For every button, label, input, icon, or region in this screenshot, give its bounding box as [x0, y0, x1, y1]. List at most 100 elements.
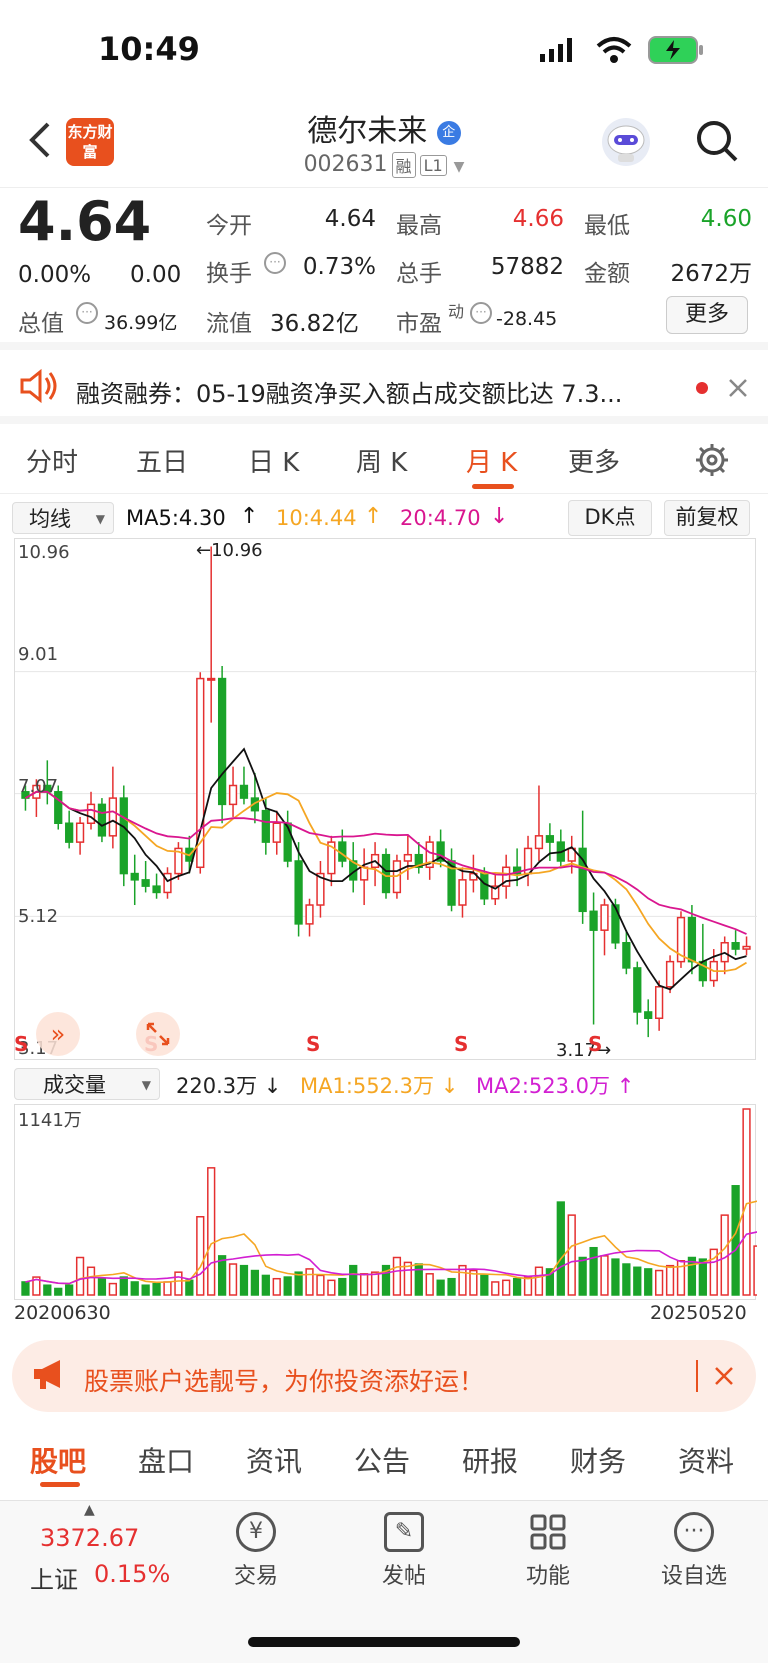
change-value: 0.00: [130, 262, 182, 288]
wifi-icon: [596, 36, 632, 64]
candle-body: [130, 872, 139, 881]
signal-s-3[interactable]: S: [306, 1032, 320, 1056]
tab-financials[interactable]: 财务: [570, 1440, 626, 1480]
ma5-label: MA5:4.30: [126, 506, 226, 530]
volume-bar: [370, 1271, 380, 1296]
volume-bar: [480, 1274, 489, 1296]
close-icon[interactable]: [712, 1364, 736, 1388]
volume-select[interactable]: 成交量 ▼: [14, 1068, 160, 1100]
volume-bar: [425, 1273, 434, 1296]
fullscreen-icon[interactable]: [136, 1012, 180, 1056]
index-value[interactable]: 3372.67: [40, 1524, 139, 1552]
functions-button[interactable]: 功能: [498, 1512, 598, 1590]
tab-news[interactable]: 资讯: [246, 1440, 302, 1480]
info-icon[interactable]: ···: [76, 302, 98, 324]
y-tick-1: 9.01: [18, 644, 59, 665]
indicator-select[interactable]: 均线 ▼: [12, 502, 114, 534]
adjust-button[interactable]: 前复权: [664, 500, 750, 536]
volume-bar: [698, 1258, 707, 1296]
candle-body: [654, 986, 664, 1019]
volume-bar: [491, 1281, 500, 1296]
search-icon[interactable]: [694, 118, 740, 164]
volume-chart[interactable]: [14, 1104, 768, 1300]
mcap-value: 36.99亿: [104, 312, 178, 334]
info-icon[interactable]: ···: [264, 252, 286, 274]
pe-value: -28.45: [496, 308, 558, 330]
volume-bar: [512, 1277, 522, 1296]
volume-bar: [622, 1263, 631, 1296]
index-name[interactable]: 上证: [30, 1560, 78, 1595]
volume-value: 57882: [490, 254, 564, 280]
tab-intraday[interactable]: 分时: [26, 442, 78, 479]
candle-body: [480, 872, 489, 900]
current-price: 4.64: [18, 190, 152, 253]
ma20-label: 20:4.70: [400, 506, 481, 530]
volume-bar: [75, 1256, 85, 1296]
candle-body: [600, 904, 609, 931]
margin-tag: 融: [391, 152, 416, 178]
stock-code-text: 002631: [303, 152, 388, 177]
tab-order-book[interactable]: 盘口: [138, 1440, 194, 1480]
start-date: 20200630: [14, 1302, 111, 1324]
add-watchlist-button[interactable]: ··· 设自选: [644, 1512, 744, 1590]
k-line-chart[interactable]: [14, 538, 757, 1060]
tab-weekly-k[interactable]: 周 K: [356, 442, 407, 479]
float-label: 流值: [206, 311, 252, 337]
vol-ma2-text: MA2:523.0万: [476, 1074, 611, 1098]
volume-bar: [567, 1214, 576, 1296]
volume-bar: [305, 1268, 314, 1296]
caret-down-icon: ▼: [141, 1078, 151, 1092]
tab-active-indicator: [40, 1482, 80, 1487]
volume-bar: [665, 1264, 675, 1296]
volume-bar: [196, 1216, 205, 1296]
volume-bar: [130, 1281, 139, 1296]
trade-button[interactable]: ¥ 交易: [206, 1512, 306, 1590]
robot-avatar[interactable]: [602, 118, 650, 166]
change-pct: 0.00%: [18, 262, 92, 288]
volume-bar: [600, 1255, 609, 1296]
volume-bar: [272, 1277, 281, 1296]
candle-body: [108, 797, 118, 837]
candle-body: [742, 945, 751, 950]
tab-announcements[interactable]: 公告: [354, 1440, 410, 1480]
tab-five-day[interactable]: 五日: [136, 442, 188, 479]
news-text[interactable]: 融资融券：05-19融资净买入额占成交额比达 7.3...: [76, 374, 676, 409]
volume-bar: [687, 1256, 697, 1296]
candle-body: [228, 784, 238, 806]
home-indicator: [248, 1637, 520, 1647]
volume-bar: [753, 1245, 762, 1296]
expand-icon[interactable]: »: [36, 1012, 80, 1056]
high-value: 4.66: [512, 206, 564, 232]
signal-icon: [540, 38, 576, 62]
candle-body: [360, 866, 369, 881]
volume-bar: [644, 1268, 653, 1296]
volume-bar: [97, 1277, 107, 1296]
dk-point-button[interactable]: DK点: [568, 500, 652, 536]
index-up-arrow-icon: ▲: [84, 1502, 95, 1518]
tab-daily-k[interactable]: 日 K: [248, 442, 299, 479]
post-button[interactable]: ✎ 发帖: [354, 1512, 454, 1590]
tab-research[interactable]: 研报: [462, 1440, 518, 1480]
signal-s-5[interactable]: S: [588, 1032, 602, 1056]
candle-body: [305, 904, 314, 925]
candle-body: [152, 885, 161, 894]
more-button[interactable]: 更多: [666, 296, 748, 334]
volume-bar: [502, 1279, 511, 1296]
index-change[interactable]: 0.15%: [94, 1560, 170, 1588]
stock-code[interactable]: 002631 融 L1 ▼: [0, 152, 768, 178]
close-icon[interactable]: [726, 376, 750, 400]
settings-gear-icon[interactable]: [694, 442, 730, 478]
tab-monthly-k[interactable]: 月 K: [466, 442, 517, 479]
signal-s-4[interactable]: S: [454, 1032, 468, 1056]
tab-profile[interactable]: 资料: [678, 1440, 734, 1480]
tab-more[interactable]: 更多: [568, 442, 620, 479]
high-label: 最高: [396, 213, 442, 239]
promo-text[interactable]: 股票账户选靓号，为你投资添好运！: [84, 1362, 484, 1398]
candle-body: [622, 942, 631, 969]
low-value: 4.60: [700, 206, 752, 232]
candle-body: [141, 879, 150, 887]
tab-forum[interactable]: 股吧: [30, 1440, 86, 1480]
signal-s-1[interactable]: S: [14, 1032, 28, 1056]
info-icon[interactable]: ···: [470, 302, 492, 324]
candle-body: [665, 960, 675, 988]
